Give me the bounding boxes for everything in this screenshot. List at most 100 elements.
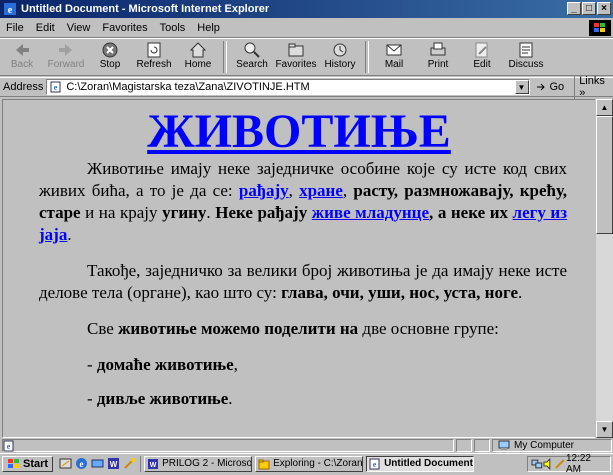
discuss-button[interactable]: Discuss [504, 39, 548, 70]
address-dropdown-button[interactable]: ▼ [514, 80, 529, 94]
status-text-cell: e [2, 439, 454, 452]
back-label: Back [10, 59, 34, 70]
taskbar: Start e W W PRILOG 2 - Microsoft ... Exp… [0, 453, 613, 475]
address-value[interactable]: C:\Zoran\Magistarska teza\Zana\ZIVOTINJE… [66, 81, 309, 93]
ie-quicklaunch-icon[interactable]: e [75, 457, 88, 470]
menu-bar: File Edit View Favorites Tools Help [0, 19, 613, 38]
address-field[interactable]: e C:\Zoran\Magistarska teza\Zana\ZIVOTIN… [46, 79, 530, 95]
favorites-button[interactable]: Favorites [274, 39, 318, 70]
volume-icon[interactable] [543, 458, 555, 470]
stop-icon [102, 42, 118, 58]
close-button[interactable]: × [597, 2, 611, 15]
menu-edit[interactable]: Edit [30, 22, 61, 34]
address-label: Address [3, 81, 44, 93]
print-button[interactable]: Print [416, 39, 460, 70]
print-label: Print [427, 59, 449, 70]
maximize-button[interactable]: □ [582, 2, 596, 15]
svg-text:e: e [54, 83, 58, 92]
windows-logo-icon [589, 20, 611, 36]
favorites-folder-icon [288, 43, 304, 57]
taskbar-item-untitled[interactable]: e Untitled Document ... [366, 455, 475, 472]
paragraph-1: Животиње имају неке заједничке особине к… [39, 158, 567, 246]
search-label: Search [236, 59, 268, 70]
toolbar-separator [223, 41, 227, 73]
window-title: Untitled Document - Microsoft Internet E… [21, 3, 270, 15]
forward-button[interactable]: Forward [44, 39, 88, 70]
status-secure-cell [474, 439, 490, 452]
scroll-thumb[interactable] [596, 116, 613, 234]
svg-text:e: e [80, 459, 84, 469]
home-label: Home [184, 59, 212, 70]
zone-label: My Computer [514, 440, 575, 451]
svg-text:W: W [150, 462, 157, 469]
stop-label: Stop [99, 59, 121, 70]
svg-text:W: W [110, 460, 118, 469]
edit-page-icon [475, 42, 488, 58]
scroll-up-button[interactable]: ▲ [596, 99, 613, 116]
status-zone-cell: My Computer [492, 439, 612, 452]
menu-tools[interactable]: Tools [154, 22, 192, 34]
p1-bold-2: угину [162, 203, 207, 222]
menu-help[interactable]: Help [191, 22, 226, 34]
go-arrow-icon [536, 83, 545, 91]
mail-button[interactable]: Mail [372, 39, 416, 70]
show-desktop-icon[interactable] [59, 457, 72, 470]
page-heading: ЖИВОТИЊЕ [3, 100, 595, 158]
title-bar[interactable]: e Untitled Document - Microsoft Internet… [0, 0, 613, 18]
go-label: Go [549, 81, 565, 93]
link-zive-mladunce[interactable]: живе младунце [312, 203, 429, 222]
history-label: History [324, 59, 356, 70]
heading-link[interactable]: ЖИВОТИЊЕ [147, 105, 451, 158]
list2-dash: - [87, 389, 97, 408]
list-item-domestic: - домаће животиње, [87, 354, 567, 376]
forward-label: Forward [47, 59, 85, 70]
tray-tool-icon[interactable] [554, 458, 566, 470]
refresh-button[interactable]: Refresh [132, 39, 176, 70]
forward-arrow-icon [59, 44, 72, 56]
home-button[interactable]: Home [176, 39, 220, 70]
search-button[interactable]: Search [230, 39, 274, 70]
links-button[interactable]: Links » [574, 75, 613, 99]
vertical-scrollbar[interactable]: ▲ ▼ [595, 99, 613, 438]
start-button[interactable]: Start [2, 455, 54, 472]
status-bar: e My Computer [0, 438, 613, 453]
edit-button[interactable]: Edit [460, 39, 504, 70]
list1-dash: - [87, 355, 97, 374]
discuss-label: Discuss [508, 59, 544, 70]
p1-text-2: и на крају [80, 203, 163, 222]
p3-text-1: Све [87, 319, 119, 338]
p1-text-3: . [206, 203, 216, 222]
menu-favorites[interactable]: Favorites [96, 22, 153, 34]
p2-text-2: . [517, 283, 523, 302]
go-button[interactable]: Go [536, 81, 565, 93]
network-icon[interactable] [531, 458, 543, 470]
link-radjaju[interactable]: рађају [239, 181, 289, 200]
list1-bold: домаће животиње [96, 355, 234, 374]
p2-bold-1: глава, очи, уши, нос, уста, ноге [281, 283, 518, 302]
stop-button[interactable]: Stop [88, 39, 132, 70]
discuss-icon [519, 42, 533, 58]
quick-launch: e W [59, 455, 142, 472]
list1-text: , [233, 355, 238, 374]
p3-bold-1: животиње можемо поделити на [118, 319, 359, 338]
tool-quicklaunch-icon[interactable] [123, 457, 136, 470]
outlook-express-icon[interactable] [91, 457, 104, 470]
taskbar-item-exploring[interactable]: Exploring - C:\Zoran\M... [255, 455, 364, 472]
taskbar-item-prilog[interactable]: W PRILOG 2 - Microsoft ... [144, 455, 253, 472]
history-button[interactable]: History [318, 39, 362, 70]
status-progress-cell [456, 439, 472, 452]
link-hrane[interactable]: хране [299, 181, 343, 200]
word-icon[interactable]: W [107, 457, 120, 470]
scroll-down-button[interactable]: ▼ [596, 421, 613, 438]
p1-sep-2: , [342, 181, 354, 200]
menu-view[interactable]: View [61, 22, 97, 34]
printer-icon [430, 42, 446, 56]
system-tray: 12:22 AM [527, 453, 611, 475]
menu-file[interactable]: File [0, 22, 30, 34]
p3-text-2: две основне групе: [358, 319, 499, 338]
home-icon [189, 42, 207, 58]
minimize-button[interactable]: _ [567, 2, 581, 15]
list2-text: . [228, 389, 233, 408]
p1-sep-1: , [288, 181, 300, 200]
back-button[interactable]: Back [0, 39, 44, 70]
